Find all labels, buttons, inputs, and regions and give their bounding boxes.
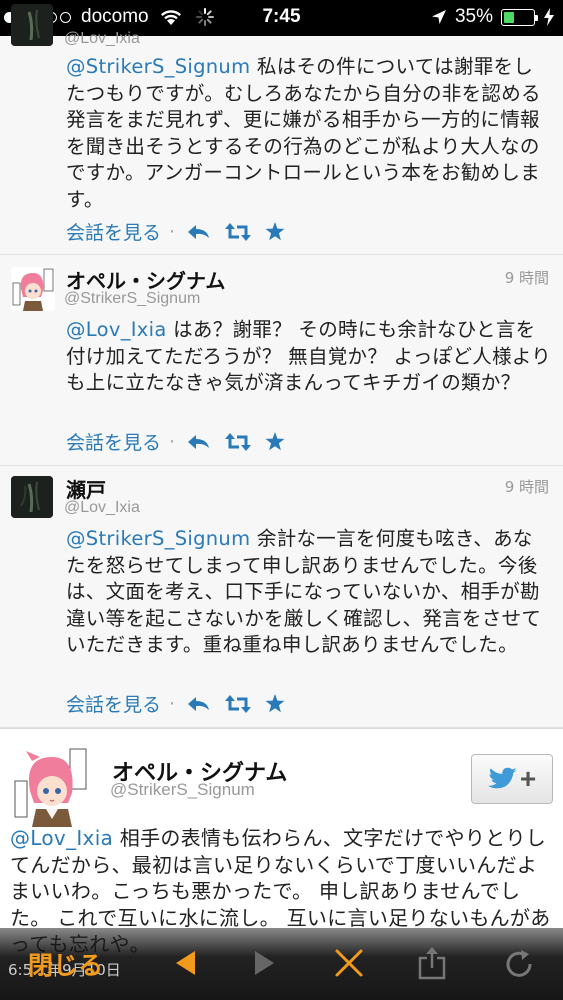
- avatar[interactable]: [11, 476, 53, 518]
- avatar[interactable]: [12, 745, 94, 827]
- plus-icon: +: [519, 763, 537, 794]
- tweet-timestamp: 9 時間: [504, 478, 549, 496]
- separator-dot: ·: [169, 220, 176, 243]
- view-conversation-link[interactable]: 会話を見る: [66, 428, 161, 455]
- share-icon[interactable]: [418, 946, 446, 980]
- retweet-icon[interactable]: [225, 694, 252, 713]
- user-handle[interactable]: @Lov_Ixia: [64, 30, 140, 48]
- favorite-star-icon[interactable]: [265, 694, 285, 713]
- mention-link[interactable]: @Lov_Ixia: [10, 826, 113, 850]
- follow-button[interactable]: +: [471, 754, 553, 804]
- tweet-text: @StrikerS_Signum 余計な一言を何度も呟き、あなたを怒らせてしまっ…: [66, 526, 552, 659]
- tweet-actions: 会話を見る ·: [66, 218, 299, 245]
- tweet-body: 私はその件については謝罪をしたつもりですが。むしろあなたから自分の非を認める発言…: [66, 55, 541, 211]
- charging-bolt-icon: [544, 8, 554, 26]
- tweet-item[interactable]: 瀬戸 @Lov_Ixia 9 時間 @StrikerS_Signum 余計な一言…: [0, 466, 563, 728]
- tweet-actions: 会話を見る ·: [66, 428, 299, 455]
- close-x-icon[interactable]: [334, 948, 364, 978]
- retweet-icon[interactable]: [225, 432, 252, 451]
- twitter-bird-icon: [487, 767, 517, 789]
- mention-link[interactable]: @StrikerS_Signum: [66, 55, 250, 78]
- avatar[interactable]: [11, 267, 55, 311]
- tweet-actions: 会話を見る ·: [66, 690, 299, 717]
- tweet-text: @StrikerS_Signum 私はその件については謝罪をしたつもりですが。む…: [66, 54, 552, 213]
- reply-icon[interactable]: [187, 223, 211, 241]
- avatar[interactable]: [11, 4, 53, 46]
- view-conversation-link[interactable]: 会話を見る: [66, 690, 161, 717]
- reply-icon[interactable]: [187, 433, 211, 451]
- back-arrow-icon[interactable]: [176, 951, 196, 975]
- battery-percent: 35%: [454, 6, 493, 27]
- separator-dot: ·: [169, 692, 176, 715]
- user-handle[interactable]: @StrikerS_Signum: [64, 290, 200, 308]
- user-handle[interactable]: @StrikerS_Signum: [110, 780, 255, 800]
- user-handle[interactable]: @Lov_Ixia: [64, 499, 140, 517]
- favorite-star-icon[interactable]: [265, 222, 285, 241]
- tweet-item[interactable]: @Lov_Ixia @StrikerS_Signum 私はその件については謝罪を…: [0, 4, 563, 255]
- location-arrow-icon: [431, 10, 446, 24]
- reply-icon[interactable]: [187, 695, 211, 713]
- reload-icon[interactable]: [503, 948, 535, 980]
- tweet-timestamp: 9 時間: [504, 269, 549, 287]
- tweet-item[interactable]: オペル・シグナム @StrikerS_Signum 9 時間 @Lov_Ixia…: [0, 255, 563, 466]
- forward-arrow-icon[interactable]: [254, 951, 274, 975]
- battery-icon: [501, 8, 538, 26]
- favorite-star-icon[interactable]: [265, 432, 285, 451]
- view-conversation-link[interactable]: 会話を見る: [66, 218, 161, 245]
- retweet-icon[interactable]: [225, 222, 252, 241]
- close-button[interactable]: 閉じる: [28, 946, 103, 982]
- separator-dot: ·: [169, 430, 176, 453]
- tweet-text: @Lov_Ixia はあ？謝罪？ その時にも余計なひと言を付け加えてただろうが？…: [66, 317, 552, 397]
- mention-link[interactable]: @Lov_Ixia: [66, 318, 167, 341]
- status-right: 35%: [431, 6, 555, 28]
- mention-link[interactable]: @StrikerS_Signum: [66, 527, 250, 550]
- bottom-toolbar: 6:5…年9月10日 閉じる: [0, 928, 563, 1000]
